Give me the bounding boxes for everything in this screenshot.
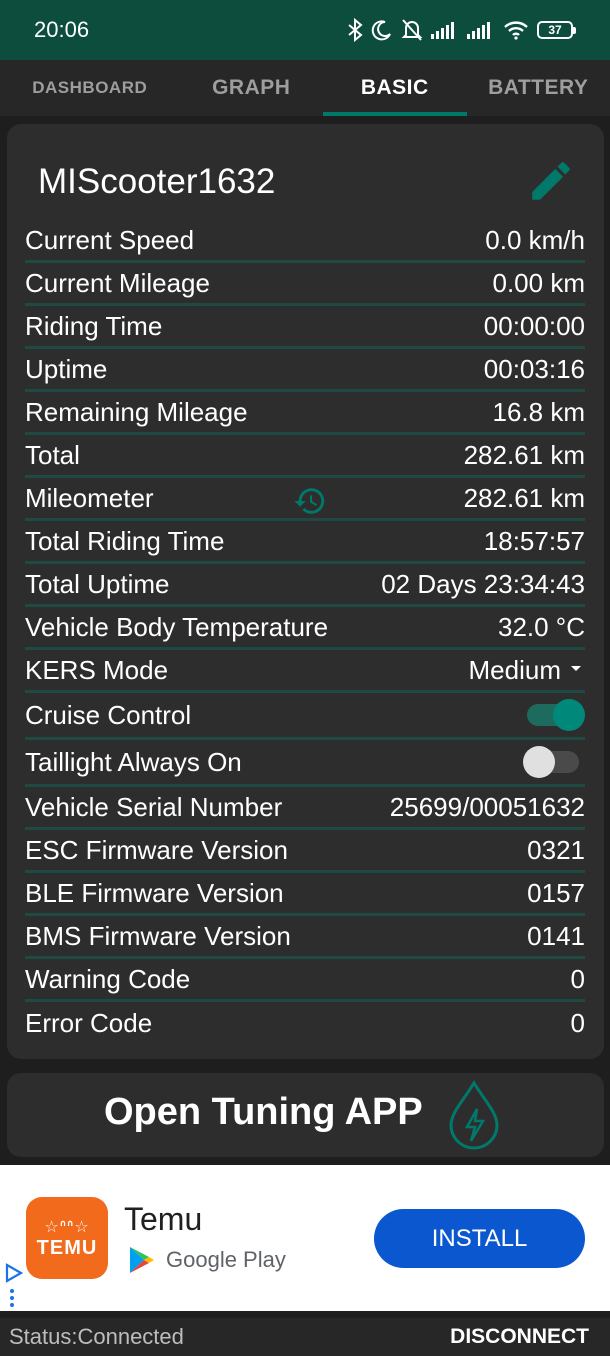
kers-mode-dropdown[interactable]: Medium bbox=[469, 655, 585, 686]
pencil-icon[interactable] bbox=[526, 156, 576, 206]
tab-bar: DASHBOARD GRAPH BASIC BATTERY bbox=[0, 60, 610, 116]
wifi-icon bbox=[504, 21, 528, 40]
signal-icon bbox=[467, 22, 490, 39]
row-label: Riding Time bbox=[25, 310, 163, 341]
tab-battery[interactable]: BATTERY bbox=[467, 60, 610, 116]
row-label: Mileometer bbox=[25, 482, 154, 513]
row-label: Taillight Always On bbox=[25, 746, 242, 777]
row-value: 0157 bbox=[527, 877, 585, 908]
row-label: Vehicle Serial Number bbox=[25, 791, 283, 822]
row-label: Vehicle Body Temperature bbox=[25, 611, 329, 642]
battery-icon: 37 bbox=[537, 21, 576, 39]
dropdown-arrow-icon bbox=[571, 665, 581, 671]
row-label: Remaining Mileage bbox=[25, 396, 248, 427]
row-current-speed: Current Speed 0.0 km/h bbox=[25, 220, 585, 263]
tab-dashboard[interactable]: DASHBOARD bbox=[0, 60, 180, 116]
row-value: 0141 bbox=[527, 920, 585, 951]
row-value: 0 bbox=[570, 1008, 585, 1038]
row-total: Total 282.61 km bbox=[25, 435, 585, 478]
row-serial-number: Vehicle Serial Number 25699/00051632 bbox=[25, 787, 585, 830]
moon-icon bbox=[371, 20, 391, 41]
row-ble-firmware: BLE Firmware Version 0157 bbox=[25, 873, 585, 916]
system-status-bar: 20:06 37 bbox=[0, 0, 610, 60]
install-button[interactable]: INSTALL bbox=[374, 1209, 585, 1268]
row-label: Uptime bbox=[25, 353, 108, 384]
row-riding-time: Riding Time 00:00:00 bbox=[25, 306, 585, 349]
connection-status: Status:Connected bbox=[9, 1324, 184, 1349]
row-label: ESC Firmware Version bbox=[25, 834, 288, 865]
row-value: 0.00 km bbox=[492, 267, 586, 298]
row-value: 0 bbox=[570, 963, 585, 994]
row-label: BLE Firmware Version bbox=[25, 877, 284, 908]
disconnect-button[interactable]: DISCONNECT bbox=[450, 1325, 589, 1349]
temu-logo[interactable]: ☆ᐢᐢ☆ TEMU bbox=[26, 1197, 108, 1279]
ad-app-name[interactable]: Temu bbox=[124, 1201, 202, 1238]
clock: 20:06 bbox=[34, 17, 90, 42]
adchoices-icon[interactable] bbox=[4, 1263, 24, 1283]
row-value: 18:57:57 bbox=[483, 525, 585, 556]
row-kers-mode: KERS Mode Medium bbox=[25, 650, 585, 693]
taillight-toggle[interactable] bbox=[523, 746, 579, 778]
row-value: 282.61 km bbox=[463, 439, 585, 470]
row-warning-code: Warning Code 0 bbox=[25, 959, 585, 1002]
row-value: 02 Days 23:34:43 bbox=[381, 568, 585, 599]
row-esc-firmware: ESC Firmware Version 0321 bbox=[25, 830, 585, 873]
row-value: 00:03:16 bbox=[483, 353, 585, 384]
row-uptime: Uptime 00:03:16 bbox=[25, 349, 585, 392]
row-value: 32.0 °C bbox=[497, 611, 585, 642]
row-value: 25699/00051632 bbox=[389, 791, 585, 822]
row-value: 0321 bbox=[527, 834, 585, 865]
logo-word: TEMU bbox=[36, 1236, 98, 1259]
kers-mode-value: Medium bbox=[468, 654, 561, 685]
connection-bar: Status:Connected DISCONNECT bbox=[0, 1318, 610, 1356]
row-body-temperature: Vehicle Body Temperature 32.0 °C bbox=[25, 607, 585, 650]
basic-info-card: MIScooter1632 Current Speed 0.0 km/h Cur… bbox=[7, 124, 604, 1059]
row-mileometer: Mileometer 282.61 km bbox=[25, 478, 585, 521]
google-play-icon bbox=[130, 1247, 154, 1273]
cruise-control-toggle[interactable] bbox=[527, 699, 585, 731]
device-name: MIScooter1632 bbox=[38, 162, 276, 201]
row-label: Total Uptime bbox=[25, 568, 170, 599]
status-icons: 37 bbox=[347, 18, 576, 42]
row-remaining-mileage: Remaining Mileage 16.8 km bbox=[25, 392, 585, 435]
row-label: Current Speed bbox=[25, 224, 195, 255]
info-list: Current Speed 0.0 km/h Current Mileage 0… bbox=[25, 220, 585, 1045]
more-options-icon[interactable] bbox=[10, 1289, 14, 1310]
row-total-riding-time: Total Riding Time 18:57:57 bbox=[25, 521, 585, 564]
history-icon[interactable] bbox=[293, 484, 327, 518]
logo-glyphs: ☆ᐢᐢ☆ bbox=[44, 1218, 90, 1236]
store-name: Google Play bbox=[166, 1247, 286, 1272]
row-value: 0.0 km/h bbox=[485, 224, 585, 255]
row-label: KERS Mode bbox=[25, 654, 169, 685]
battery-level: 37 bbox=[537, 21, 573, 39]
tuning-label: Open Tuning APP bbox=[104, 1091, 423, 1133]
row-taillight: Taillight Always On bbox=[25, 740, 585, 787]
tab-graph[interactable]: GRAPH bbox=[180, 60, 324, 116]
row-label: Current Mileage bbox=[25, 267, 210, 298]
open-tuning-app-button[interactable]: Open Tuning APP bbox=[7, 1073, 604, 1157]
row-value: 16.8 km bbox=[492, 396, 586, 427]
ad-banner[interactable]: ☆ᐢᐢ☆ TEMU Temu Google Play INSTALL bbox=[0, 1165, 610, 1311]
row-label: Total Riding Time bbox=[25, 525, 225, 556]
row-label: Warning Code bbox=[25, 963, 191, 994]
row-label: BMS Firmware Version bbox=[25, 920, 291, 951]
row-label: Total bbox=[25, 439, 80, 470]
bell-off-icon bbox=[401, 19, 423, 41]
row-value: 282.61 km bbox=[463, 482, 585, 513]
water-drop-bolt-icon bbox=[449, 1080, 499, 1150]
row-error-code: Error Code 0 bbox=[25, 1002, 585, 1045]
signal-icon bbox=[431, 22, 454, 39]
tab-basic[interactable]: BASIC bbox=[323, 60, 467, 116]
row-label: Error Code bbox=[25, 1008, 153, 1038]
bluetooth-icon bbox=[348, 18, 363, 42]
row-label: Cruise Control bbox=[25, 699, 192, 730]
row-total-uptime: Total Uptime 02 Days 23:34:43 bbox=[25, 564, 585, 607]
row-current-mileage: Current Mileage 0.00 km bbox=[25, 263, 585, 306]
row-cruise-control: Cruise Control bbox=[25, 693, 585, 740]
row-value: 00:00:00 bbox=[483, 310, 585, 341]
row-bms-firmware: BMS Firmware Version 0141 bbox=[25, 916, 585, 959]
ad-store: Google Play bbox=[128, 1245, 286, 1275]
